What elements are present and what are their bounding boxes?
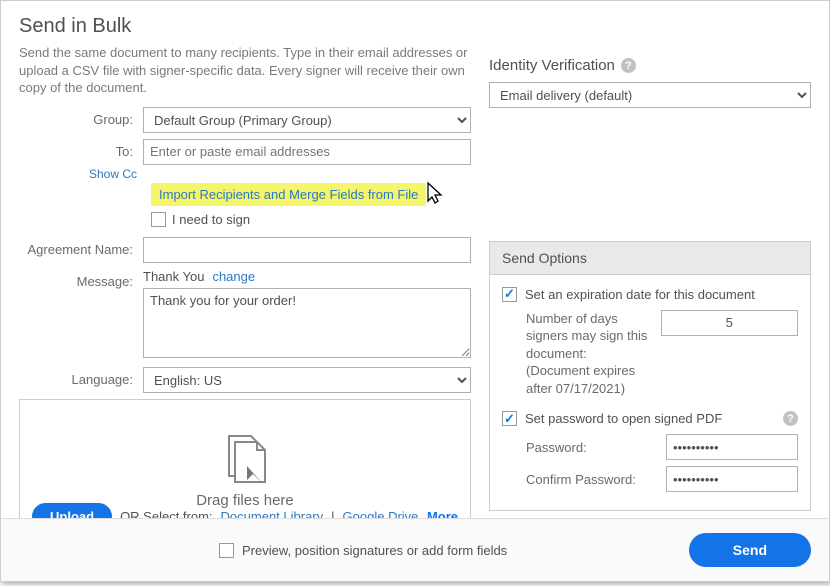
page-title: Send in Bulk	[19, 15, 811, 38]
confirm-password-input[interactable]	[666, 466, 798, 492]
show-cc-link[interactable]: Show Cc	[19, 167, 143, 181]
import-recipients-text: Import Recipients and Merge Fields from …	[159, 187, 418, 202]
message-template-name: Thank You	[143, 269, 204, 284]
import-recipients-link[interactable]: Import Recipients and Merge Fields from …	[151, 183, 426, 206]
group-label: Group:	[19, 107, 143, 127]
password-label: Set password to open signed PDF	[525, 411, 722, 426]
need-sign-label: I need to sign	[172, 212, 250, 227]
to-label: To:	[19, 139, 143, 159]
document-icon	[217, 430, 273, 486]
language-label: Language:	[19, 367, 143, 387]
message-label: Message:	[19, 269, 143, 289]
to-input[interactable]	[143, 139, 471, 165]
message-change-link[interactable]: change	[212, 269, 255, 284]
preview-checkbox[interactable]	[219, 543, 234, 558]
expiration-sub-label: Number of days signers may sign this doc…	[526, 311, 647, 361]
password-checkbox[interactable]	[502, 411, 517, 426]
help-icon[interactable]: ?	[621, 58, 636, 73]
page-subtitle: Send the same document to many recipient…	[19, 44, 489, 97]
message-textarea[interactable]	[143, 288, 471, 358]
agreement-label: Agreement Name:	[19, 237, 143, 257]
send-button[interactable]: Send	[689, 533, 811, 567]
pwd-label: Password:	[526, 440, 656, 455]
identity-heading: Identity Verification	[489, 57, 615, 74]
language-select[interactable]: English: US	[143, 367, 471, 393]
agreement-input[interactable]	[143, 237, 471, 263]
cursor-icon	[424, 181, 446, 210]
need-sign-checkbox[interactable]	[151, 212, 166, 227]
expiration-days-input[interactable]	[661, 310, 798, 336]
help-icon[interactable]: ?	[783, 411, 798, 426]
expiration-label: Set an expiration date for this document	[525, 287, 755, 302]
send-options-heading: Send Options	[490, 242, 810, 275]
password-input[interactable]	[666, 434, 798, 460]
preview-label: Preview, position signatures or add form…	[242, 543, 507, 558]
expiration-checkbox[interactable]	[502, 287, 517, 302]
group-select[interactable]: Default Group (Primary Group)	[143, 107, 471, 133]
identity-select[interactable]: Email delivery (default)	[489, 82, 811, 108]
send-options-panel: Send Options Set an expiration date for …	[489, 241, 811, 512]
expiration-date-text: (Document expires after 07/17/2021)	[526, 363, 635, 396]
footer-bar: Preview, position signatures or add form…	[1, 518, 829, 581]
confirm-pwd-label: Confirm Password:	[526, 472, 656, 487]
